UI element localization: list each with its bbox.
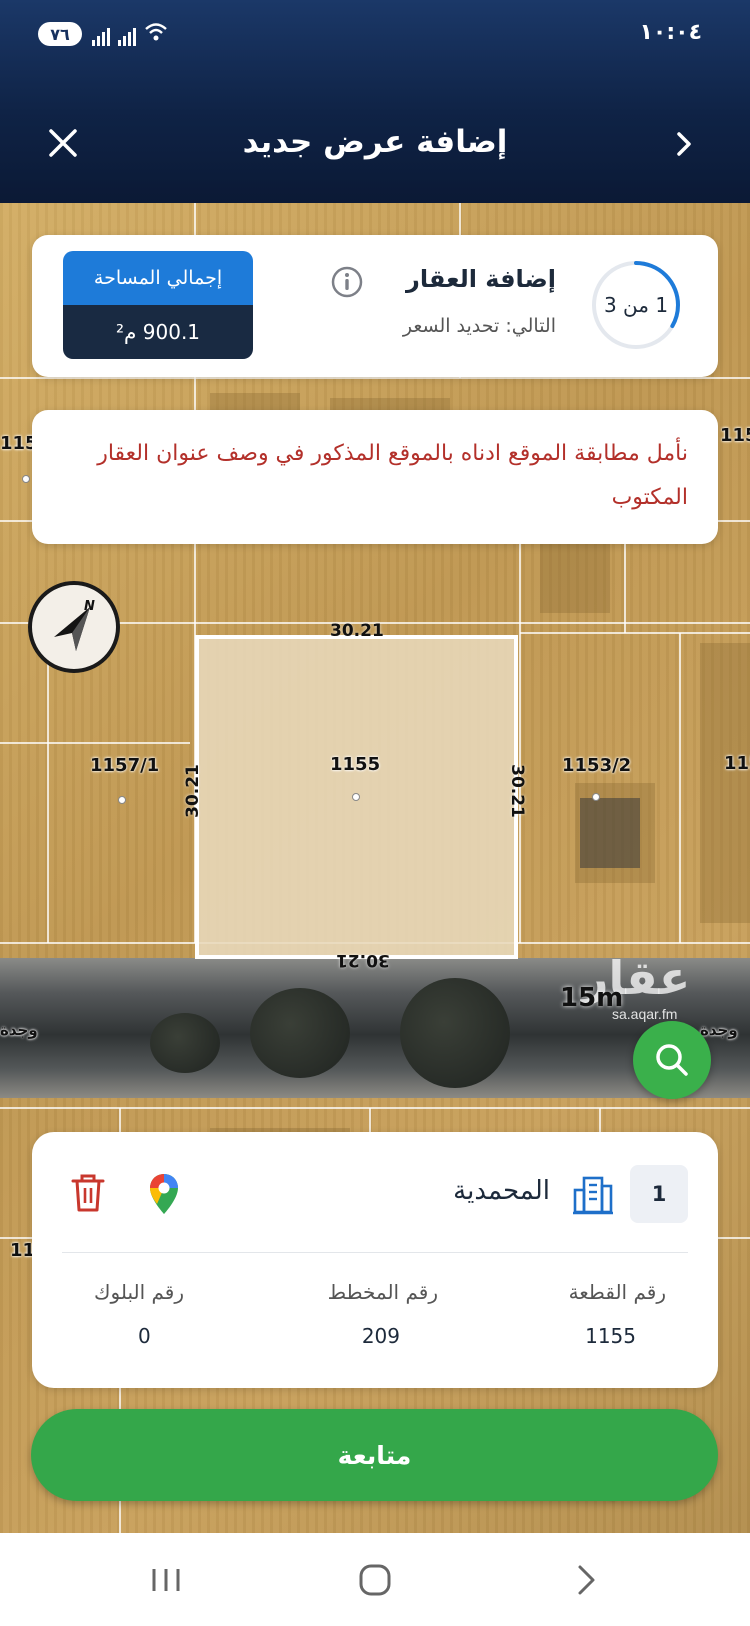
building-icon [573, 1176, 613, 1215]
plot-number-label: 1155 [330, 754, 381, 775]
parcel-dot [22, 475, 30, 483]
clock: ١٠:٠٤ [639, 20, 702, 45]
location-notice-text: نأمل مطابقة الموقع ادناه بالموقع المذكور… [97, 441, 688, 510]
next-step-label: التالي: تحديد السعر [402, 315, 556, 337]
parcel-info-card: 1 المحمدية رقم القطعة 1155 رقم المخطط 20… [32, 1132, 718, 1388]
plan-number-value: 209 [361, 1324, 400, 1348]
step-counter: 1 من 3 [603, 293, 669, 317]
parcel-dot [118, 796, 126, 804]
map-pin-icon[interactable] [148, 1172, 180, 1216]
edge-parcel-label: 115 [720, 425, 750, 446]
chevron-right-icon [677, 132, 691, 156]
home-button[interactable] [345, 1555, 405, 1605]
tree [400, 978, 510, 1088]
back-button[interactable] [666, 126, 702, 162]
block-number-label: رقم البلوك [94, 1280, 185, 1304]
step-title: إضافة العقار [406, 265, 556, 293]
block-number-value: 0 [138, 1324, 151, 1348]
status-bar: ٧٦ ١٠:٠٤ [0, 0, 750, 64]
zoom-search-button[interactable] [633, 1021, 711, 1099]
system-navigation-bar [0, 1533, 750, 1626]
plot-number-value: 1155 [585, 1324, 636, 1348]
compass-icon [54, 607, 90, 651]
recents-icon [152, 1569, 180, 1591]
compass-button[interactable]: N [28, 581, 120, 673]
back-nav-button[interactable] [556, 1555, 616, 1605]
info-icon[interactable] [330, 265, 364, 299]
plot-dimension-right: 30.21 [506, 764, 527, 818]
plot-dimension-left: 30.21 [182, 764, 203, 818]
plot-dimension-bottom: 30.21 [336, 950, 390, 970]
page-title: إضافة عرض جديد [242, 124, 508, 160]
home-icon [359, 1564, 391, 1596]
recents-button[interactable] [136, 1555, 196, 1605]
plot-number-label: رقم القطعة [568, 1280, 666, 1304]
signal-strength-icon [92, 26, 110, 46]
street-name-label: وجدة [0, 1021, 38, 1039]
wifi-icon [144, 22, 168, 46]
back-icon [578, 1565, 595, 1595]
neighbor-parcel-label: 1157/1 [90, 755, 160, 776]
plan-number-label: رقم المخطط [327, 1280, 438, 1304]
signal-icons [92, 22, 168, 46]
roaming-signal-icon [118, 26, 136, 46]
plot-dimension-top: 30.21 [330, 621, 384, 641]
step-progress-card: 1 من 3 إضافة العقار التالي: تحديد السعر … [32, 235, 718, 377]
total-area-badge: إجمالي المساحة 900.1 م² [63, 251, 253, 359]
street-name-label: وجدة [700, 1021, 738, 1039]
parcel-index-badge: 1 [630, 1165, 688, 1223]
search-icon [656, 1044, 688, 1076]
card-divider [62, 1252, 688, 1253]
tree [150, 1013, 220, 1073]
edge-parcel-label: 115 [724, 753, 750, 774]
district-name: المحمدية [453, 1176, 550, 1206]
app-header: ٧٦ ١٠:٠٤ إضافة عرض جديد [0, 0, 750, 203]
continue-button[interactable]: متابعة [31, 1409, 718, 1501]
trash-icon[interactable] [70, 1172, 106, 1214]
total-area-value: 900.1 م² [63, 305, 253, 359]
battery-indicator: ٧٦ [38, 22, 82, 46]
parcel-dot [592, 793, 600, 801]
total-area-label: إجمالي المساحة [63, 251, 253, 305]
map-scale-label: 15m [560, 983, 624, 1013]
location-notice-card: نأمل مطابقة الموقع ادناه بالموقع المذكور… [32, 410, 718, 544]
tree [250, 988, 350, 1078]
neighbor-parcel-label: 1153/2 [562, 755, 632, 776]
plot-center-dot [352, 793, 360, 801]
